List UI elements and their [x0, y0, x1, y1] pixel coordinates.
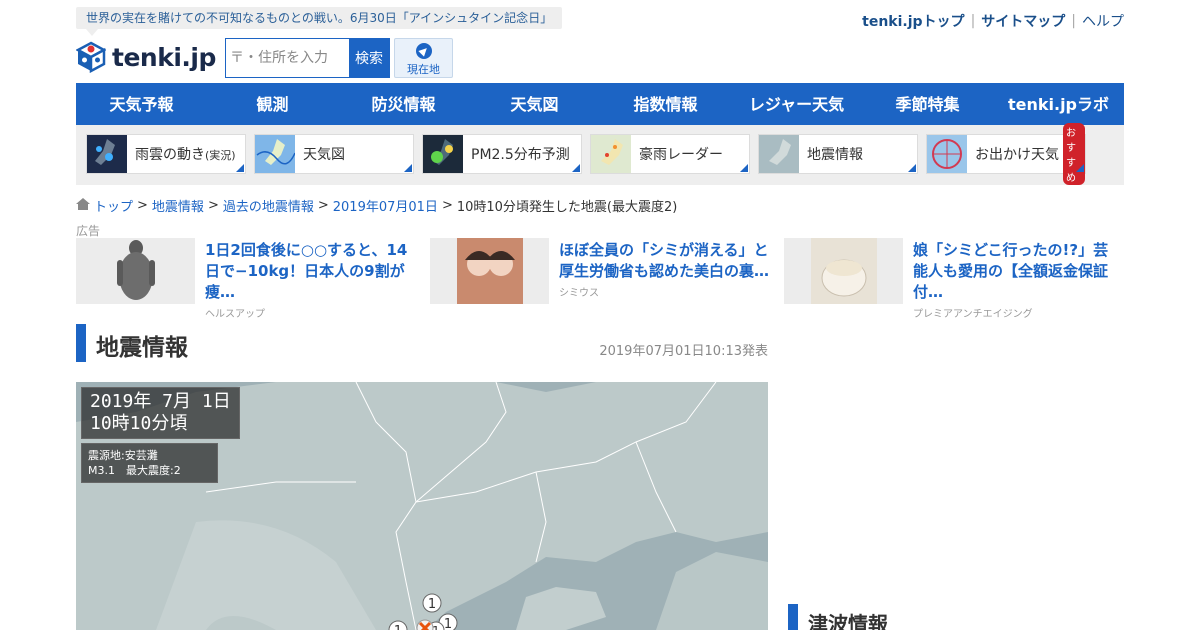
- pm25-thumbnail: [423, 135, 463, 173]
- search-button[interactable]: 検索: [349, 39, 389, 77]
- tile-heavy-rain-radar[interactable]: 豪雨レーダー: [590, 134, 750, 174]
- map-date: 2019年 7月 1日: [90, 391, 231, 412]
- intensity-marker: 1: [394, 624, 402, 630]
- recommend-badge: おすすめ: [1063, 123, 1085, 185]
- tile-label: 天気図: [303, 147, 345, 163]
- breadcrumb: トップ > 地震情報 > 過去の地震情報 > 2019年07月01日 > 10時…: [76, 196, 677, 215]
- nav-weather-forecast[interactable]: 天気予報: [76, 83, 207, 125]
- tile-label: 雨雲の動き(実況): [135, 147, 236, 163]
- intensity-marker: 1: [444, 617, 452, 630]
- rain-radar-thumbnail: [87, 135, 127, 173]
- ad-image: [784, 238, 903, 304]
- section-accent-bar: [76, 324, 86, 362]
- separator: |: [970, 13, 976, 29]
- site-logo[interactable]: tenki.jp: [75, 41, 216, 74]
- ad-item[interactable]: 1日2回食後に○○すると、14日で−10kg！日本人の9割が痩… ヘルスアップ: [76, 238, 416, 320]
- breadcrumb-past-earthquakes[interactable]: 過去の地震情報: [223, 196, 314, 215]
- nav-index-info[interactable]: 指数情報: [600, 83, 731, 125]
- nav-seasonal[interactable]: 季節特集: [862, 83, 993, 125]
- tile-outing-weather[interactable]: お出かけ天気 おすすめ: [926, 123, 1086, 185]
- logo-text: tenki.jp: [112, 42, 216, 72]
- ad-item[interactable]: ほぼ全員の「シミが消える」と厚生労働省も認めた美白の裏… シミウス: [430, 238, 770, 304]
- ad-source: ヘルスアップ: [205, 309, 265, 320]
- breadcrumb-earthquake[interactable]: 地震情報: [152, 196, 204, 215]
- map-time: 10時10分頃: [90, 413, 188, 434]
- tile-weather-map[interactable]: 天気図: [254, 134, 414, 174]
- page-title: 地震情報: [96, 335, 188, 361]
- ferris-wheel-thumbnail: [927, 135, 967, 173]
- section-accent-bar: [788, 604, 798, 630]
- ad-source: シミウス: [559, 288, 599, 299]
- tile-pm25[interactable]: PM2.5分布予測: [422, 134, 582, 174]
- tile-earthquake[interactable]: 地震情報: [758, 134, 918, 174]
- publish-timestamp: 2019年07月01日10:13発表: [599, 344, 768, 359]
- nav-observation[interactable]: 観測: [207, 83, 338, 125]
- ad-title[interactable]: ほぼ全員の「シミが消える」と厚生労働省も認めた美白の裏…: [559, 240, 769, 282]
- home-icon: [76, 197, 90, 214]
- tagline-banner[interactable]: 世界の実在を賭けての不可知なるものとの戦い。6月30日「アインシュタイン記念日」: [76, 7, 563, 36]
- earthquake-thumbnail: [759, 135, 799, 173]
- ad-source: プレミアアンチエイジング: [913, 309, 1033, 320]
- tile-label: お出かけ天気: [975, 147, 1059, 163]
- logo-cube-icon: [75, 41, 107, 74]
- map-date-box: 2019年 7月 1日 10時10分頃: [81, 387, 240, 439]
- earthquake-map[interactable]: 1 1 1 1 2019年 7月 1日 10時10分頃 震源地:安芸灘 M3.1…: [76, 382, 768, 630]
- nav-tenki-lab[interactable]: tenki.jpラボ: [993, 83, 1124, 125]
- magnitude-intensity: M3.1 最大震度:2: [88, 464, 181, 477]
- ad-image: [76, 238, 195, 304]
- current-location-label: 現在地: [407, 63, 440, 76]
- quick-links: 雨雲の動き(実況) 天気図 PM2.5分布予測 豪雨レーダー 地震情報 お出かけ…: [76, 123, 1124, 185]
- address-search-input[interactable]: [226, 39, 349, 77]
- ad-title[interactable]: 1日2回食後に○○すると、14日で−10kg！日本人の9割が痩…: [205, 240, 415, 303]
- tile-label: 地震情報: [807, 147, 863, 163]
- tile-label: 豪雨レーダー: [639, 147, 723, 163]
- nav-leisure-weather[interactable]: レジャー天気: [731, 83, 862, 125]
- map-info-box: 震源地:安芸灘 M3.1 最大震度:2: [81, 443, 218, 483]
- link-tenki-top[interactable]: tenki.jpトップ: [862, 11, 964, 31]
- link-help[interactable]: ヘルプ: [1082, 11, 1124, 31]
- breadcrumb-current: 10時10分頃発生した地震(最大震度2): [456, 200, 678, 215]
- ad-item[interactable]: 娘「シミどこ行ったの!?」芸能人も愛用の【全額返金保証付… プレミアアンチエイジ…: [784, 238, 1124, 320]
- breadcrumb-date[interactable]: 2019年07月01日: [333, 196, 438, 215]
- epicenter-label: 震源地:安芸灘: [88, 449, 158, 462]
- ad-title[interactable]: 娘「シミどこ行ったの!?」芸能人も愛用の【全額返金保証付…: [913, 240, 1123, 303]
- section-header: 地震情報 2019年07月01日10:13発表: [76, 324, 768, 362]
- current-location-button[interactable]: 現在地: [394, 38, 453, 78]
- top-links: tenki.jpトップ | サイトマップ | ヘルプ: [862, 11, 1124, 31]
- tile-label: PM2.5分布予測: [471, 147, 570, 163]
- tsunami-title: 津波情報: [808, 612, 888, 630]
- ad-image: [430, 238, 549, 304]
- main-nav: 天気予報 観測 防災情報 天気図 指数情報 レジャー天気 季節特集 tenki.…: [76, 83, 1124, 125]
- link-sitemap[interactable]: サイトマップ: [981, 11, 1065, 31]
- weather-map-thumbnail: [255, 135, 296, 173]
- search-box: 検索: [225, 38, 390, 78]
- ad-row: 1日2回食後に○○すると、14日で−10kg！日本人の9割が痩… ヘルスアップ …: [76, 238, 1124, 320]
- heavy-rain-thumbnail: [591, 135, 631, 173]
- intensity-marker: 1: [428, 597, 436, 612]
- nav-disaster-info[interactable]: 防災情報: [338, 83, 469, 125]
- separator: |: [1071, 13, 1076, 29]
- nav-weather-map[interactable]: 天気図: [469, 83, 600, 125]
- ad-label: 広告: [76, 224, 101, 238]
- location-arrow-icon: [415, 43, 432, 59]
- breadcrumb-top[interactable]: トップ: [94, 196, 133, 215]
- tile-rain-cloud[interactable]: 雨雲の動き(実況): [86, 134, 246, 174]
